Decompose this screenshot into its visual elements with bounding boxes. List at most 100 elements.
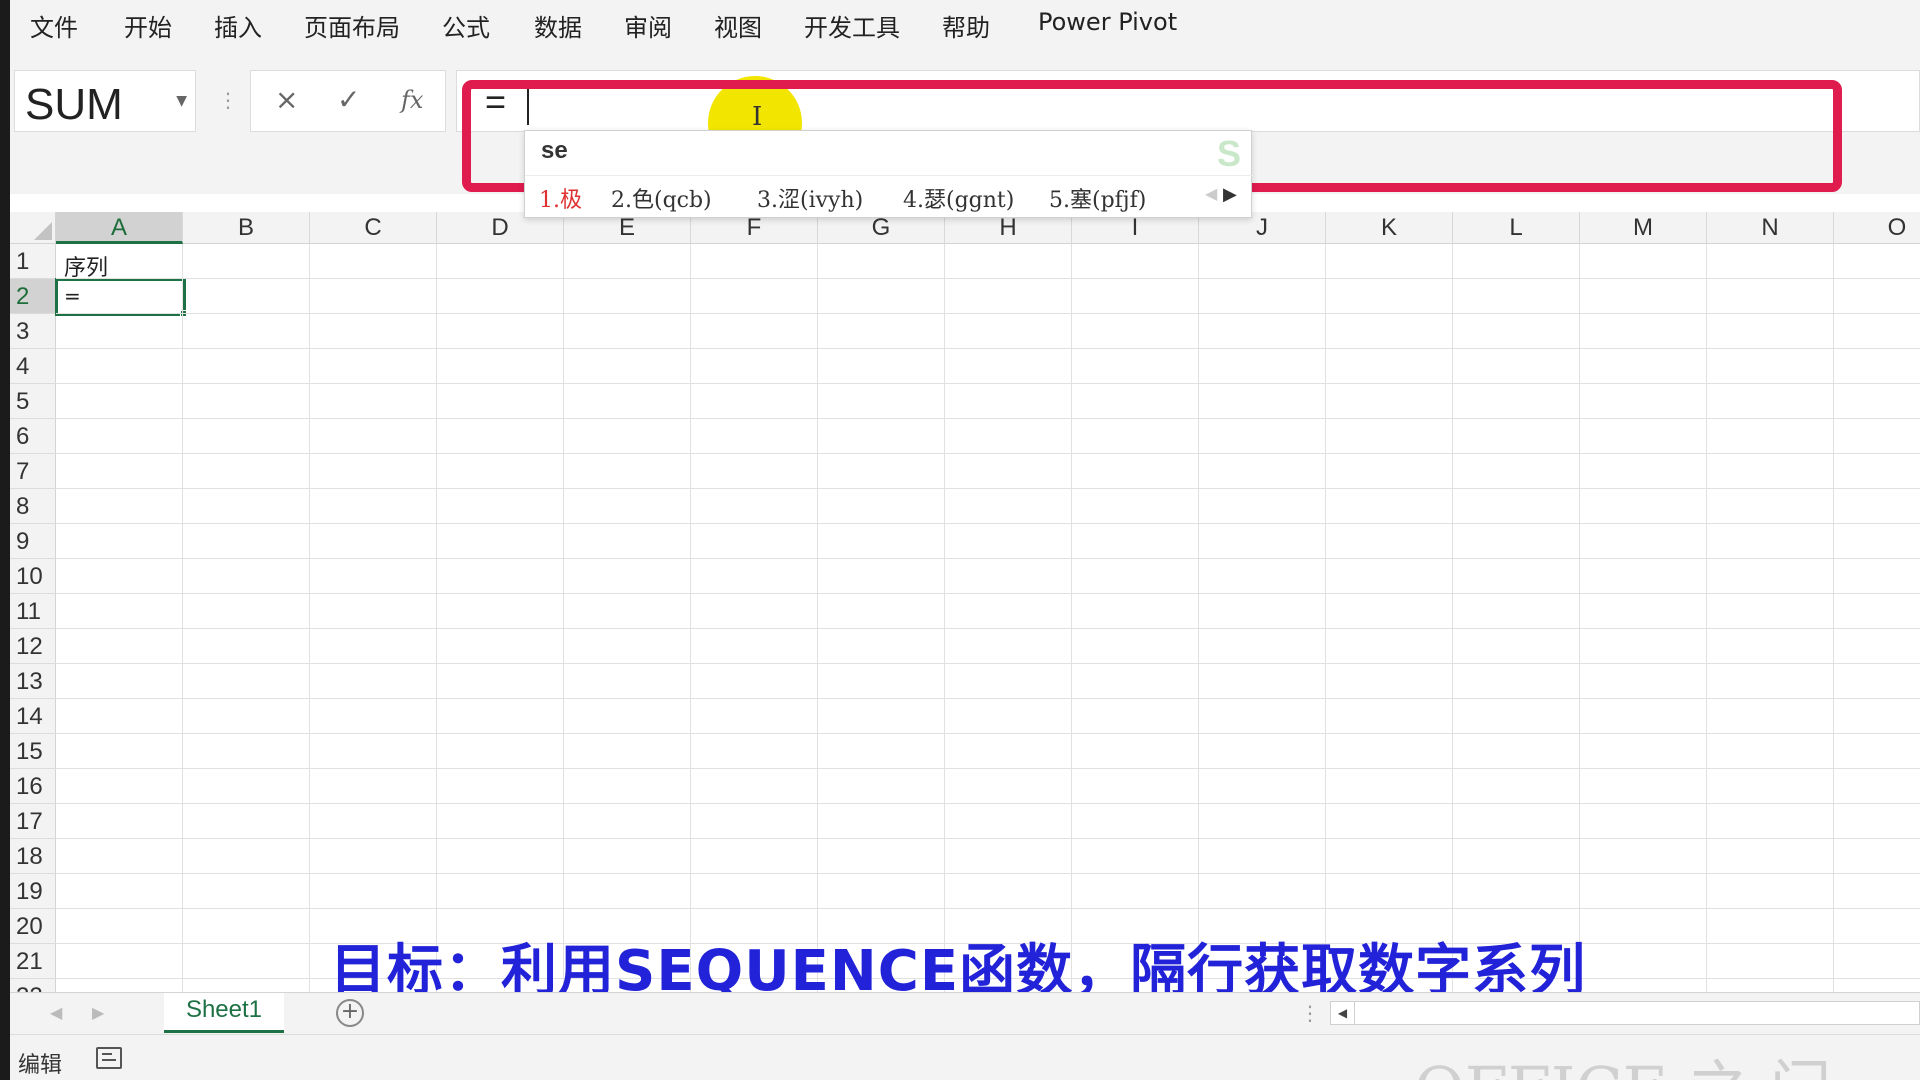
name-box-value: SUM (25, 80, 123, 129)
row-header-18[interactable]: 18 (10, 839, 56, 874)
enter-icon[interactable]: ✓ (337, 83, 360, 116)
row-header-14[interactable]: 14 (10, 699, 56, 734)
row-header-2[interactable]: 2 (10, 279, 56, 314)
ime-candidate-row: 1.极 2.色(qcb) 3.涩(ivyh) 4.瑟(ggnt) 5.塞(pfj… (525, 175, 1253, 215)
row-gridline (56, 663, 1920, 664)
row-header-17[interactable]: 17 (10, 804, 56, 839)
row-gridline (56, 418, 1920, 419)
cancel-icon[interactable]: × (275, 83, 298, 116)
column-header-c[interactable]: C (310, 212, 437, 244)
column-header-b[interactable]: B (183, 212, 310, 244)
menu-power-pivot[interactable]: Power Pivot (1038, 8, 1177, 36)
horizontal-scrollbar[interactable]: ◀ (1330, 1001, 1920, 1025)
column-header-k[interactable]: K (1326, 212, 1453, 244)
row-header-12[interactable]: 12 (10, 629, 56, 664)
watermark: OFFICE 之 门 (1414, 1039, 1831, 1080)
active-cell-border (55, 278, 186, 316)
row-header-22[interactable]: 22 (10, 979, 56, 992)
column-gridline (436, 244, 437, 992)
column-gridline (1325, 244, 1326, 992)
menu-insert[interactable]: 插入 (214, 8, 262, 43)
menu-data[interactable]: 数据 (534, 8, 582, 43)
select-all-triangle-icon (34, 222, 52, 240)
row-header-9[interactable]: 9 (10, 524, 56, 559)
row-gridline (56, 873, 1920, 874)
tab-prev-icon[interactable]: ◀ (50, 1003, 62, 1022)
column-gridline (944, 244, 945, 992)
column-header-a[interactable]: A (56, 212, 183, 244)
name-box[interactable]: SUM ▼ (14, 70, 196, 132)
cell-area[interactable]: 序列 = (55, 244, 1920, 992)
spreadsheet-grid: ABCDEFGHIJKLMNO 1 2 3 4 5 6 7 8 9 10 11 12 13 14 15 16 1… (10, 212, 1920, 992)
excel-window: 文件 开始 插入 页面布局 公式 数据 审阅 视图 开发工具 帮助 Power … (10, 0, 1920, 1080)
row-header-15[interactable]: 15 (10, 734, 56, 769)
row-gridline (56, 628, 1920, 629)
column-header-n[interactable]: N (1707, 212, 1834, 244)
row-header-21[interactable]: 21 (10, 944, 56, 979)
column-header-m[interactable]: M (1580, 212, 1707, 244)
more-vertical-icon[interactable]: ⋮ (1300, 1001, 1320, 1025)
column-gridline (182, 244, 183, 992)
row-gridline (56, 803, 1920, 804)
chevron-down-icon[interactable]: ▼ (176, 93, 187, 109)
column-gridline (309, 244, 310, 992)
row-gridline (56, 593, 1920, 594)
row-header-5[interactable]: 5 (10, 384, 56, 419)
ime-prev-icon[interactable]: ◀ (1205, 184, 1217, 203)
menu-bar: 文件 开始 插入 页面布局 公式 数据 审阅 视图 开发工具 帮助 Power … (10, 0, 1920, 44)
scroll-left-icon[interactable]: ◀ (1331, 1002, 1355, 1024)
ime-next-icon[interactable]: ▶ (1223, 184, 1237, 205)
row-header-13[interactable]: 13 (10, 664, 56, 699)
formula-buttons: × ✓ fx (250, 70, 446, 132)
row-gridline (56, 278, 1920, 279)
row-header-1[interactable]: 1 (10, 244, 56, 279)
menu-formulas[interactable]: 公式 (442, 8, 490, 43)
row-header-3[interactable]: 3 (10, 314, 56, 349)
row-header-10[interactable]: 10 (10, 559, 56, 594)
column-gridline (563, 244, 564, 992)
row-header-19[interactable]: 19 (10, 874, 56, 909)
row-header-8[interactable]: 8 (10, 489, 56, 524)
ime-candidate-popup: se S 1.极 2.色(qcb) 3.涩(ivyh) 4.瑟(ggnt) 5.… (524, 130, 1253, 218)
ime-candidate-2[interactable]: 2.色(qcb) (611, 182, 712, 214)
row-gridline (56, 768, 1920, 769)
status-bar: 编辑 OFFICE 之 门 (10, 1034, 1920, 1080)
row-gridline (56, 838, 1920, 839)
menu-file[interactable]: 文件 (30, 8, 78, 43)
menu-help[interactable]: 帮助 (942, 8, 990, 43)
menu-developer[interactable]: 开发工具 (804, 8, 900, 43)
ime-candidate-4[interactable]: 4.瑟(ggnt) (903, 182, 1014, 214)
ime-candidate-3[interactable]: 3.涩(ivyh) (757, 182, 863, 214)
ime-candidate-5[interactable]: 5.塞(pfjf) (1049, 182, 1146, 214)
accessibility-icon[interactable] (96, 1047, 122, 1069)
column-gridline (1071, 244, 1072, 992)
insert-function-icon[interactable]: fx (401, 86, 423, 114)
row-header-11[interactable]: 11 (10, 594, 56, 629)
row-header-7[interactable]: 7 (10, 454, 56, 489)
ime-candidate-1[interactable]: 1.极 (539, 182, 582, 214)
menu-page-layout[interactable]: 页面布局 (304, 8, 400, 43)
row-header-4[interactable]: 4 (10, 349, 56, 384)
row-header-6[interactable]: 6 (10, 419, 56, 454)
menu-review[interactable]: 审阅 (624, 8, 672, 43)
row-gridline (56, 453, 1920, 454)
select-all-button[interactable] (10, 212, 56, 244)
ime-logo-icon: S (1216, 133, 1241, 174)
row-gridline (56, 733, 1920, 734)
column-header-o[interactable]: O (1834, 212, 1920, 244)
add-sheet-icon[interactable]: + (336, 999, 364, 1027)
menu-home[interactable]: 开始 (124, 8, 172, 43)
tab-next-icon[interactable]: ▶ (92, 1003, 104, 1022)
tab-sheet1[interactable]: Sheet1 (164, 993, 284, 1033)
menu-view[interactable]: 视图 (714, 8, 762, 43)
row-header-16[interactable]: 16 (10, 769, 56, 804)
sheet-tab-bar: ◀ ▶ Sheet1 + ⋮ ◀ (10, 992, 1920, 1034)
row-headers: 12345678910111213141516171819202122 (10, 244, 56, 992)
ime-input-text: se (541, 137, 568, 164)
column-gridline (1579, 244, 1580, 992)
more-vertical-icon: ⋮ (218, 88, 238, 112)
row-header-20[interactable]: 20 (10, 909, 56, 944)
column-header-l[interactable]: L (1453, 212, 1580, 244)
row-gridline (56, 383, 1920, 384)
column-gridline (817, 244, 818, 992)
